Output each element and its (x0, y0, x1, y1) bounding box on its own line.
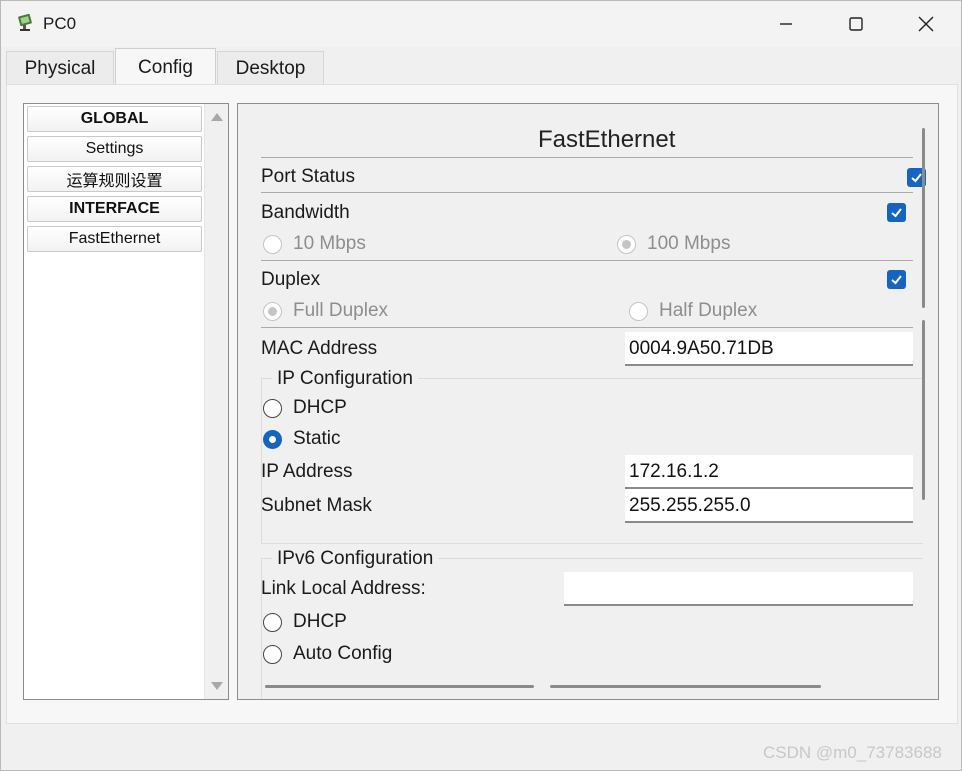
divider (261, 260, 913, 261)
full-duplex-radio[interactable] (263, 302, 282, 321)
close-button[interactable] (891, 1, 961, 47)
sidebar-item-settings[interactable]: Settings (27, 136, 202, 162)
ip-dhcp-radio[interactable] (263, 399, 282, 418)
ipv6-configuration-legend: IPv6 Configuration (272, 548, 439, 570)
scroll-up-icon[interactable] (211, 113, 223, 121)
window: PC0 Physical Config Desktop GLOBAL Setti… (0, 0, 962, 771)
ipv6-auto-config-radio[interactable] (263, 645, 282, 664)
checkmark-icon (891, 208, 902, 218)
bandwidth-10-radio[interactable] (263, 235, 282, 254)
sidebar-header-global[interactable]: GLOBAL (27, 106, 202, 132)
window-title: PC0 (43, 14, 77, 33)
panel-title: FastEthernet (538, 126, 676, 153)
sidebar-scrollbar[interactable] (204, 104, 228, 699)
duplex-label: Duplex (261, 269, 321, 290)
maximize-button[interactable] (821, 1, 891, 47)
mac-address-field[interactable]: 0004.9A50.71DB (625, 332, 913, 366)
divider (261, 157, 913, 158)
ip-address-field[interactable]: 172.16.1.2 (625, 455, 913, 489)
link-local-address-label: Link Local Address: (261, 578, 426, 599)
full-duplex-label: Full Duplex (293, 300, 389, 321)
duplex-auto-checkbox[interactable] (887, 270, 906, 289)
mac-address-label: MAC Address (261, 338, 378, 359)
checkmark-icon (891, 275, 902, 285)
scroll-thumb[interactable] (922, 128, 925, 308)
port-status-label: Port Status (261, 166, 355, 187)
ipv6-dhcp-radio[interactable] (263, 613, 282, 632)
scroll-down-icon[interactable] (211, 682, 223, 690)
ip-dhcp-label: DHCP (293, 397, 347, 418)
close-icon (918, 16, 934, 32)
ip-address-label: IP Address (261, 461, 353, 482)
tab-desktop[interactable]: Desktop (217, 51, 324, 85)
ipv6-auto-config-label: Auto Config (293, 643, 393, 664)
sidebar-item-fastethernet[interactable]: FastEthernet (27, 226, 202, 252)
ip-static-label: Static (293, 428, 341, 449)
half-duplex-radio[interactable] (629, 302, 648, 321)
config-sidebar: GLOBAL Settings 运算规则设置 INTERFACE FastEth… (23, 103, 229, 700)
minimize-button[interactable] (751, 1, 821, 47)
maximize-icon (849, 17, 863, 31)
scroll-thumb[interactable] (922, 320, 925, 500)
half-duplex-label: Half Duplex (659, 300, 758, 321)
tab-physical[interactable]: Physical (6, 51, 114, 85)
interface-panel: FastEthernet Port Status Bandwidth 10 Mb… (237, 103, 939, 700)
pc-app-icon (15, 13, 35, 33)
ip-configuration-legend: IP Configuration (272, 368, 418, 390)
sidebar-item-algorithm-settings[interactable]: 运算规则设置 (27, 166, 202, 192)
tab-config[interactable]: Config (115, 48, 216, 86)
horizontal-scroll-thumb[interactable] (265, 685, 534, 688)
bandwidth-10-label: 10 Mbps (293, 233, 366, 254)
divider (261, 327, 913, 328)
minimize-icon (780, 23, 792, 25)
ipv6-dhcp-label: DHCP (293, 611, 347, 632)
sidebar-header-interface[interactable]: INTERFACE (27, 196, 202, 222)
subnet-mask-label: Subnet Mask (261, 495, 372, 516)
subnet-mask-field[interactable]: 255.255.255.0 (625, 489, 913, 523)
bandwidth-100-radio[interactable] (617, 235, 636, 254)
bandwidth-label: Bandwidth (261, 202, 350, 223)
ip-static-radio[interactable] (263, 430, 282, 449)
title-bar: PC0 (1, 1, 961, 47)
divider (261, 192, 913, 193)
horizontal-scroll-thumb[interactable] (550, 685, 821, 688)
panel-vertical-scrollbar[interactable] (922, 128, 926, 500)
link-local-address-field[interactable] (564, 572, 913, 606)
tab-bar: Physical Config Desktop (1, 47, 961, 86)
sidebar-list: GLOBAL Settings 运算规则设置 INTERFACE FastEth… (26, 106, 202, 256)
bandwidth-auto-checkbox[interactable] (887, 203, 906, 222)
watermark: CSDN @m0_73783688 (763, 743, 942, 762)
bandwidth-100-label: 100 Mbps (647, 233, 731, 254)
